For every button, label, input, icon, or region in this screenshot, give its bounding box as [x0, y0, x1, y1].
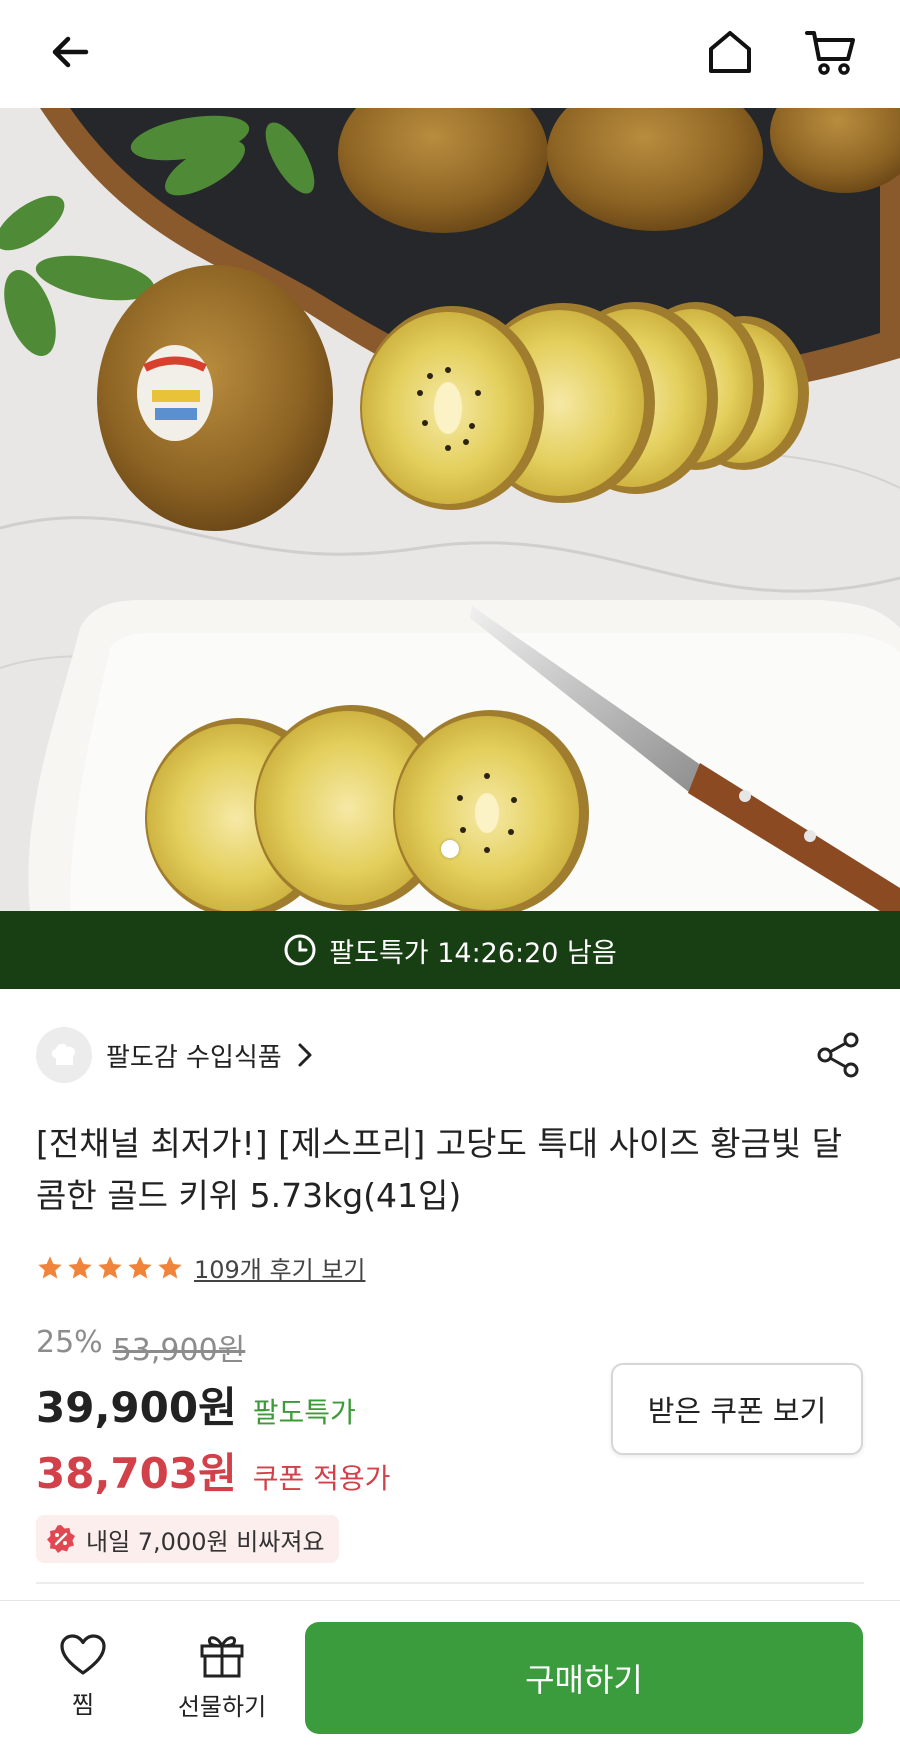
arrow-left-icon: [52, 36, 89, 68]
top-bar: [0, 0, 900, 108]
clock-icon: [284, 934, 316, 966]
coupon-price-row: 38,703원 쿠폰 적용가: [36, 1440, 390, 1501]
special-deal-timer-bar: 팔도특가 14:26:20 남음: [0, 911, 900, 989]
seller-row: 팔도감 수입식품: [36, 1025, 864, 1085]
gift-button[interactable]: 선물하기: [168, 1601, 276, 1750]
like-button[interactable]: 찜: [40, 1601, 126, 1750]
chevron-right-icon[interactable]: [296, 1041, 314, 1069]
seller-avatar[interactable]: [36, 1027, 92, 1083]
product-title: [전채널 최저가!] [제스프리] 고당도 특대 사이즈 황금빛 달콤한 골드 …: [36, 1124, 843, 1215]
carousel-indicator: [0, 840, 900, 858]
divider: [36, 1582, 864, 1584]
star-icon: [128, 1255, 152, 1278]
carousel-dot-active[interactable]: [441, 840, 459, 858]
back-button[interactable]: [40, 22, 100, 82]
product-detail-page: 팔도특가 14:26:20 남음 팔도감 수입식품 [전채널 최저가!] [제스…: [0, 0, 900, 1750]
sale-price-label: 팔도특가: [252, 1396, 356, 1429]
seller-name[interactable]: 팔도감 수입식품: [106, 1037, 282, 1074]
cart-icon: [805, 31, 855, 75]
heart-icon: [60, 1633, 106, 1675]
chef-hat-icon: [51, 1043, 76, 1065]
star-rating: [36, 1254, 184, 1282]
coupon-price: 38,703원: [36, 1449, 237, 1498]
home-button[interactable]: [700, 22, 760, 82]
home-icon: [709, 31, 751, 73]
rating-row: 109개 후기 보기: [36, 1250, 365, 1285]
star-icon: [68, 1255, 92, 1278]
price-increase-badge: 내일 7,000원 비싸져요: [36, 1515, 339, 1563]
coupon-price-label: 쿠폰 적용가: [252, 1462, 391, 1495]
discount-row: 25% 53,900원: [36, 1325, 245, 1369]
share-icon: [817, 1032, 859, 1078]
timer-text: 팔도특가 14:26:20 남음: [329, 937, 617, 969]
cart-button[interactable]: [800, 22, 862, 82]
price-row: 39,900원 팔도특가: [36, 1374, 356, 1435]
star-icon: [158, 1255, 182, 1278]
original-price: 53,900원: [112, 1333, 246, 1368]
like-label: 찜: [71, 1690, 95, 1719]
buy-button[interactable]: 구매하기: [305, 1622, 863, 1734]
gift-icon: [200, 1635, 244, 1677]
review-link[interactable]: 109개 후기 보기: [194, 1250, 365, 1285]
product-image-carousel[interactable]: [0, 108, 900, 911]
star-icon: [98, 1255, 122, 1278]
bottom-action-bar: 찜 선물하기 구매하기: [0, 1600, 900, 1750]
price-increase-text: 내일 7,000원 비싸져요: [86, 1527, 325, 1556]
share-button[interactable]: [812, 1029, 864, 1081]
star-icon: [38, 1255, 62, 1278]
discount-badge-icon: [47, 1525, 75, 1553]
discount-rate: 25%: [36, 1325, 103, 1360]
sale-price: 39,900원: [36, 1383, 237, 1432]
gift-label: 선물하기: [177, 1692, 267, 1721]
view-coupons-button[interactable]: 받은 쿠폰 보기: [611, 1363, 863, 1455]
kiwi-product-image: [0, 108, 900, 911]
